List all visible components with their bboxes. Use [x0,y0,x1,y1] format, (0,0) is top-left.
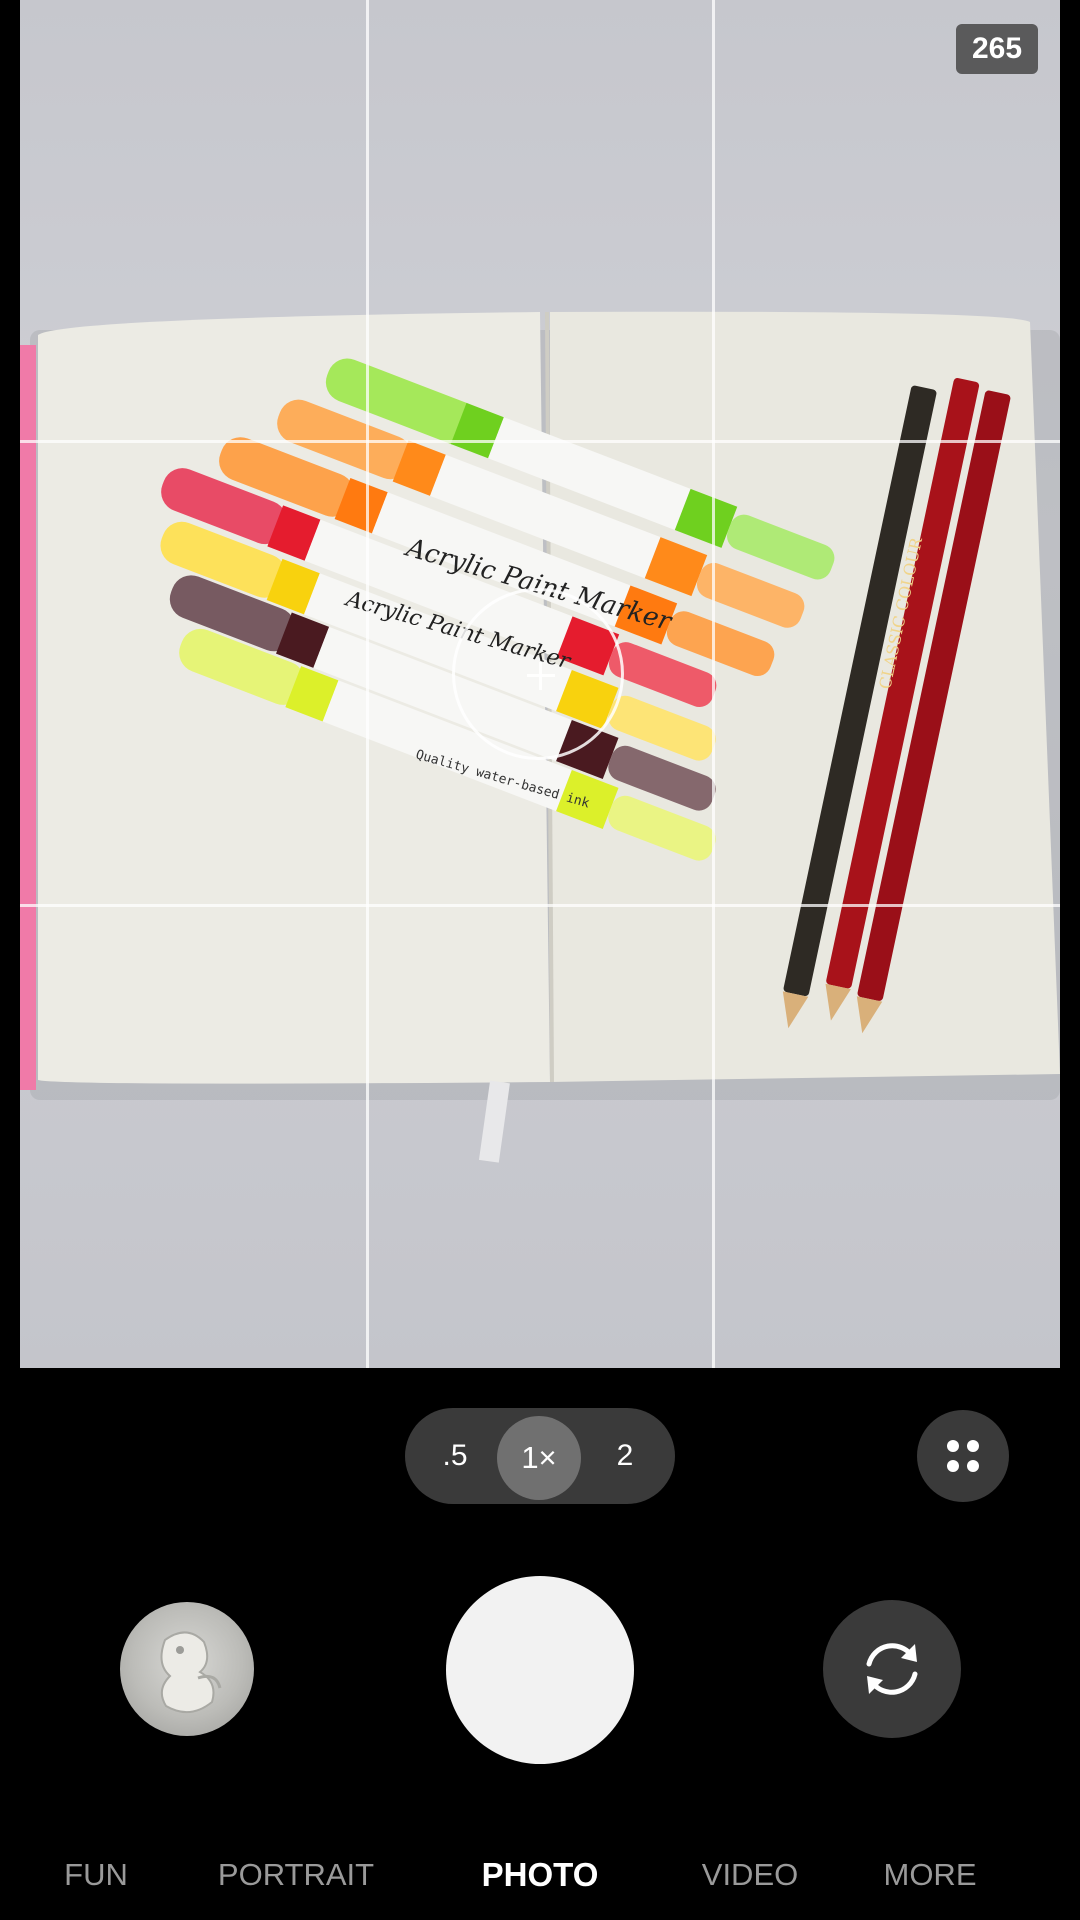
grid-dots-icon [947,1440,979,1472]
gallery-thumbnail-image [160,1631,222,1713]
mode-tab-video[interactable]: VIDEO [680,1840,820,1910]
grid-line-vertical-1 [366,0,369,1368]
shutter-button[interactable] [446,1576,634,1764]
mode-tab-photo[interactable]: PHOTO [460,1840,620,1910]
grid-line-horizontal-2 [20,904,1060,907]
flip-camera-button[interactable] [823,1600,961,1738]
camera-mode-bar: FUN PORTRAIT PHOTO VIDEO MORE [0,1840,1080,1910]
mode-tab-portrait[interactable]: PORTRAIT [200,1840,392,1910]
mode-tab-more[interactable]: MORE [868,1840,992,1910]
grid-line-vertical-2 [712,0,715,1368]
frame-counter-badge: 265 [956,24,1038,74]
zoom-0-5-button[interactable]: .5 [425,1408,485,1504]
zoom-1x-button[interactable]: 1× [497,1416,581,1500]
focus-indicator [452,588,624,760]
zoom-selector: .5 1× 2 [405,1408,675,1504]
zoom-2x-button[interactable]: 2 [595,1408,655,1504]
rotate-camera-icon [866,1643,918,1695]
grid-toggle-button[interactable] [917,1410,1009,1502]
viewfinder[interactable]: Acrylic Paint Marker Acrylic Paint Marke… [20,0,1060,1368]
grid-line-horizontal-1 [20,440,1060,443]
mode-tab-fun[interactable]: FUN [40,1840,152,1910]
gallery-thumbnail-button[interactable] [120,1602,254,1736]
camera-screen: Acrylic Paint Marker Acrylic Paint Marke… [0,0,1080,1920]
